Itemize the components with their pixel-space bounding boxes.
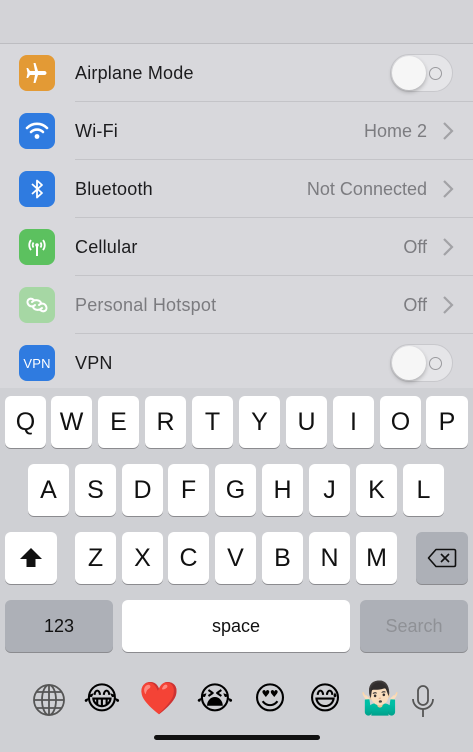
key-q[interactable]: Q — [5, 396, 46, 448]
wifi-value: Home 2 — [363, 120, 427, 141]
bluetooth-icon — [19, 171, 55, 207]
vpn-row[interactable]: VPN VPN — [0, 334, 473, 392]
key-z[interactable]: Z — [75, 532, 116, 584]
key-d[interactable]: D — [122, 464, 163, 516]
key-a[interactable]: A — [28, 464, 69, 516]
shift-key[interactable] — [5, 532, 57, 584]
vpn-toggle[interactable] — [390, 344, 453, 382]
key-t[interactable]: T — [192, 396, 233, 448]
wifi-label: Wi-Fi — [75, 120, 118, 141]
emoji-bar — [0, 672, 473, 728]
key-i[interactable]: I — [333, 396, 374, 448]
key-k[interactable]: K — [356, 464, 397, 516]
delete-key[interactable] — [416, 532, 468, 584]
backspace-icon — [427, 548, 457, 568]
hotspot-link-icon — [19, 287, 55, 323]
cellular-antenna-icon — [19, 229, 55, 265]
cellular-label: Cellular — [75, 236, 138, 257]
emoji-red-heart[interactable]: ❤️ — [139, 678, 179, 718]
vpn-label: VPN — [75, 352, 113, 373]
chevron-right-icon — [443, 122, 454, 140]
toggle-knob — [392, 56, 426, 90]
key-v[interactable]: V — [215, 532, 256, 584]
key-s[interactable]: S — [75, 464, 116, 516]
bluetooth-row[interactable]: Bluetooth Not Connected — [0, 160, 473, 218]
chevron-right-icon — [443, 238, 454, 256]
globe-icon[interactable] — [31, 682, 67, 718]
key-f[interactable]: F — [168, 464, 209, 516]
vpn-icon-text: VPN — [23, 355, 51, 371]
cellular-value: Off — [403, 236, 427, 257]
airplane-mode-row[interactable]: Airplane Mode — [0, 44, 473, 102]
personal-hotspot-row[interactable]: Personal Hotspot Off — [0, 276, 473, 334]
bluetooth-value: Not Connected — [306, 178, 427, 199]
personal-hotspot-value: Off — [403, 294, 427, 315]
search-key[interactable]: Search — [360, 600, 468, 652]
airplane-mode-label: Airplane Mode — [75, 62, 194, 83]
airplane-mode-toggle[interactable] — [390, 54, 453, 92]
home-indicator[interactable] — [154, 735, 320, 740]
toggle-knob — [392, 346, 426, 380]
emoji-sweat-smile[interactable]: 😅 — [305, 678, 345, 718]
emoji-loudly-crying[interactable]: 😭 — [195, 678, 235, 718]
key-c[interactable]: C — [168, 532, 209, 584]
key-e[interactable]: E — [98, 396, 139, 448]
chevron-right-icon — [443, 180, 454, 198]
toggle-off-indicator — [429, 67, 442, 80]
key-b[interactable]: B — [262, 532, 303, 584]
bluetooth-label: Bluetooth — [75, 178, 153, 199]
wifi-icon — [19, 113, 55, 149]
microphone-icon[interactable] — [410, 684, 436, 720]
key-r[interactable]: R — [145, 396, 186, 448]
emoji-tears-of-joy[interactable]: 😂 — [82, 678, 122, 718]
personal-hotspot-label: Personal Hotspot — [75, 294, 217, 315]
key-u[interactable]: U — [286, 396, 327, 448]
airplane-icon — [19, 55, 55, 91]
key-j[interactable]: J — [309, 464, 350, 516]
cellular-row[interactable]: Cellular Off — [0, 218, 473, 276]
key-w[interactable]: W — [51, 396, 92, 448]
nav-header — [0, 0, 473, 44]
numbers-key[interactable]: 123 — [5, 600, 113, 652]
key-n[interactable]: N — [309, 532, 350, 584]
shift-arrow-icon — [20, 548, 42, 567]
key-h[interactable]: H — [262, 464, 303, 516]
vpn-icon: VPN — [19, 345, 55, 381]
chevron-right-icon — [443, 296, 454, 314]
toggle-off-indicator — [429, 357, 442, 370]
key-x[interactable]: X — [122, 532, 163, 584]
space-key[interactable]: space — [122, 600, 350, 652]
key-m[interactable]: M — [356, 532, 397, 584]
key-g[interactable]: G — [215, 464, 256, 516]
emoji-man-shrugging[interactable]: 🤷🏻‍♂️ — [360, 678, 400, 718]
key-y[interactable]: Y — [239, 396, 280, 448]
key-o[interactable]: O — [380, 396, 421, 448]
settings-panel: Airplane Mode Wi-Fi Home 2 Bluetooth Not… — [0, 0, 473, 388]
emoji-heart-eyes[interactable]: 😍 — [250, 678, 290, 718]
wifi-row[interactable]: Wi-Fi Home 2 — [0, 102, 473, 160]
key-p[interactable]: P — [426, 396, 468, 448]
key-l[interactable]: L — [403, 464, 444, 516]
